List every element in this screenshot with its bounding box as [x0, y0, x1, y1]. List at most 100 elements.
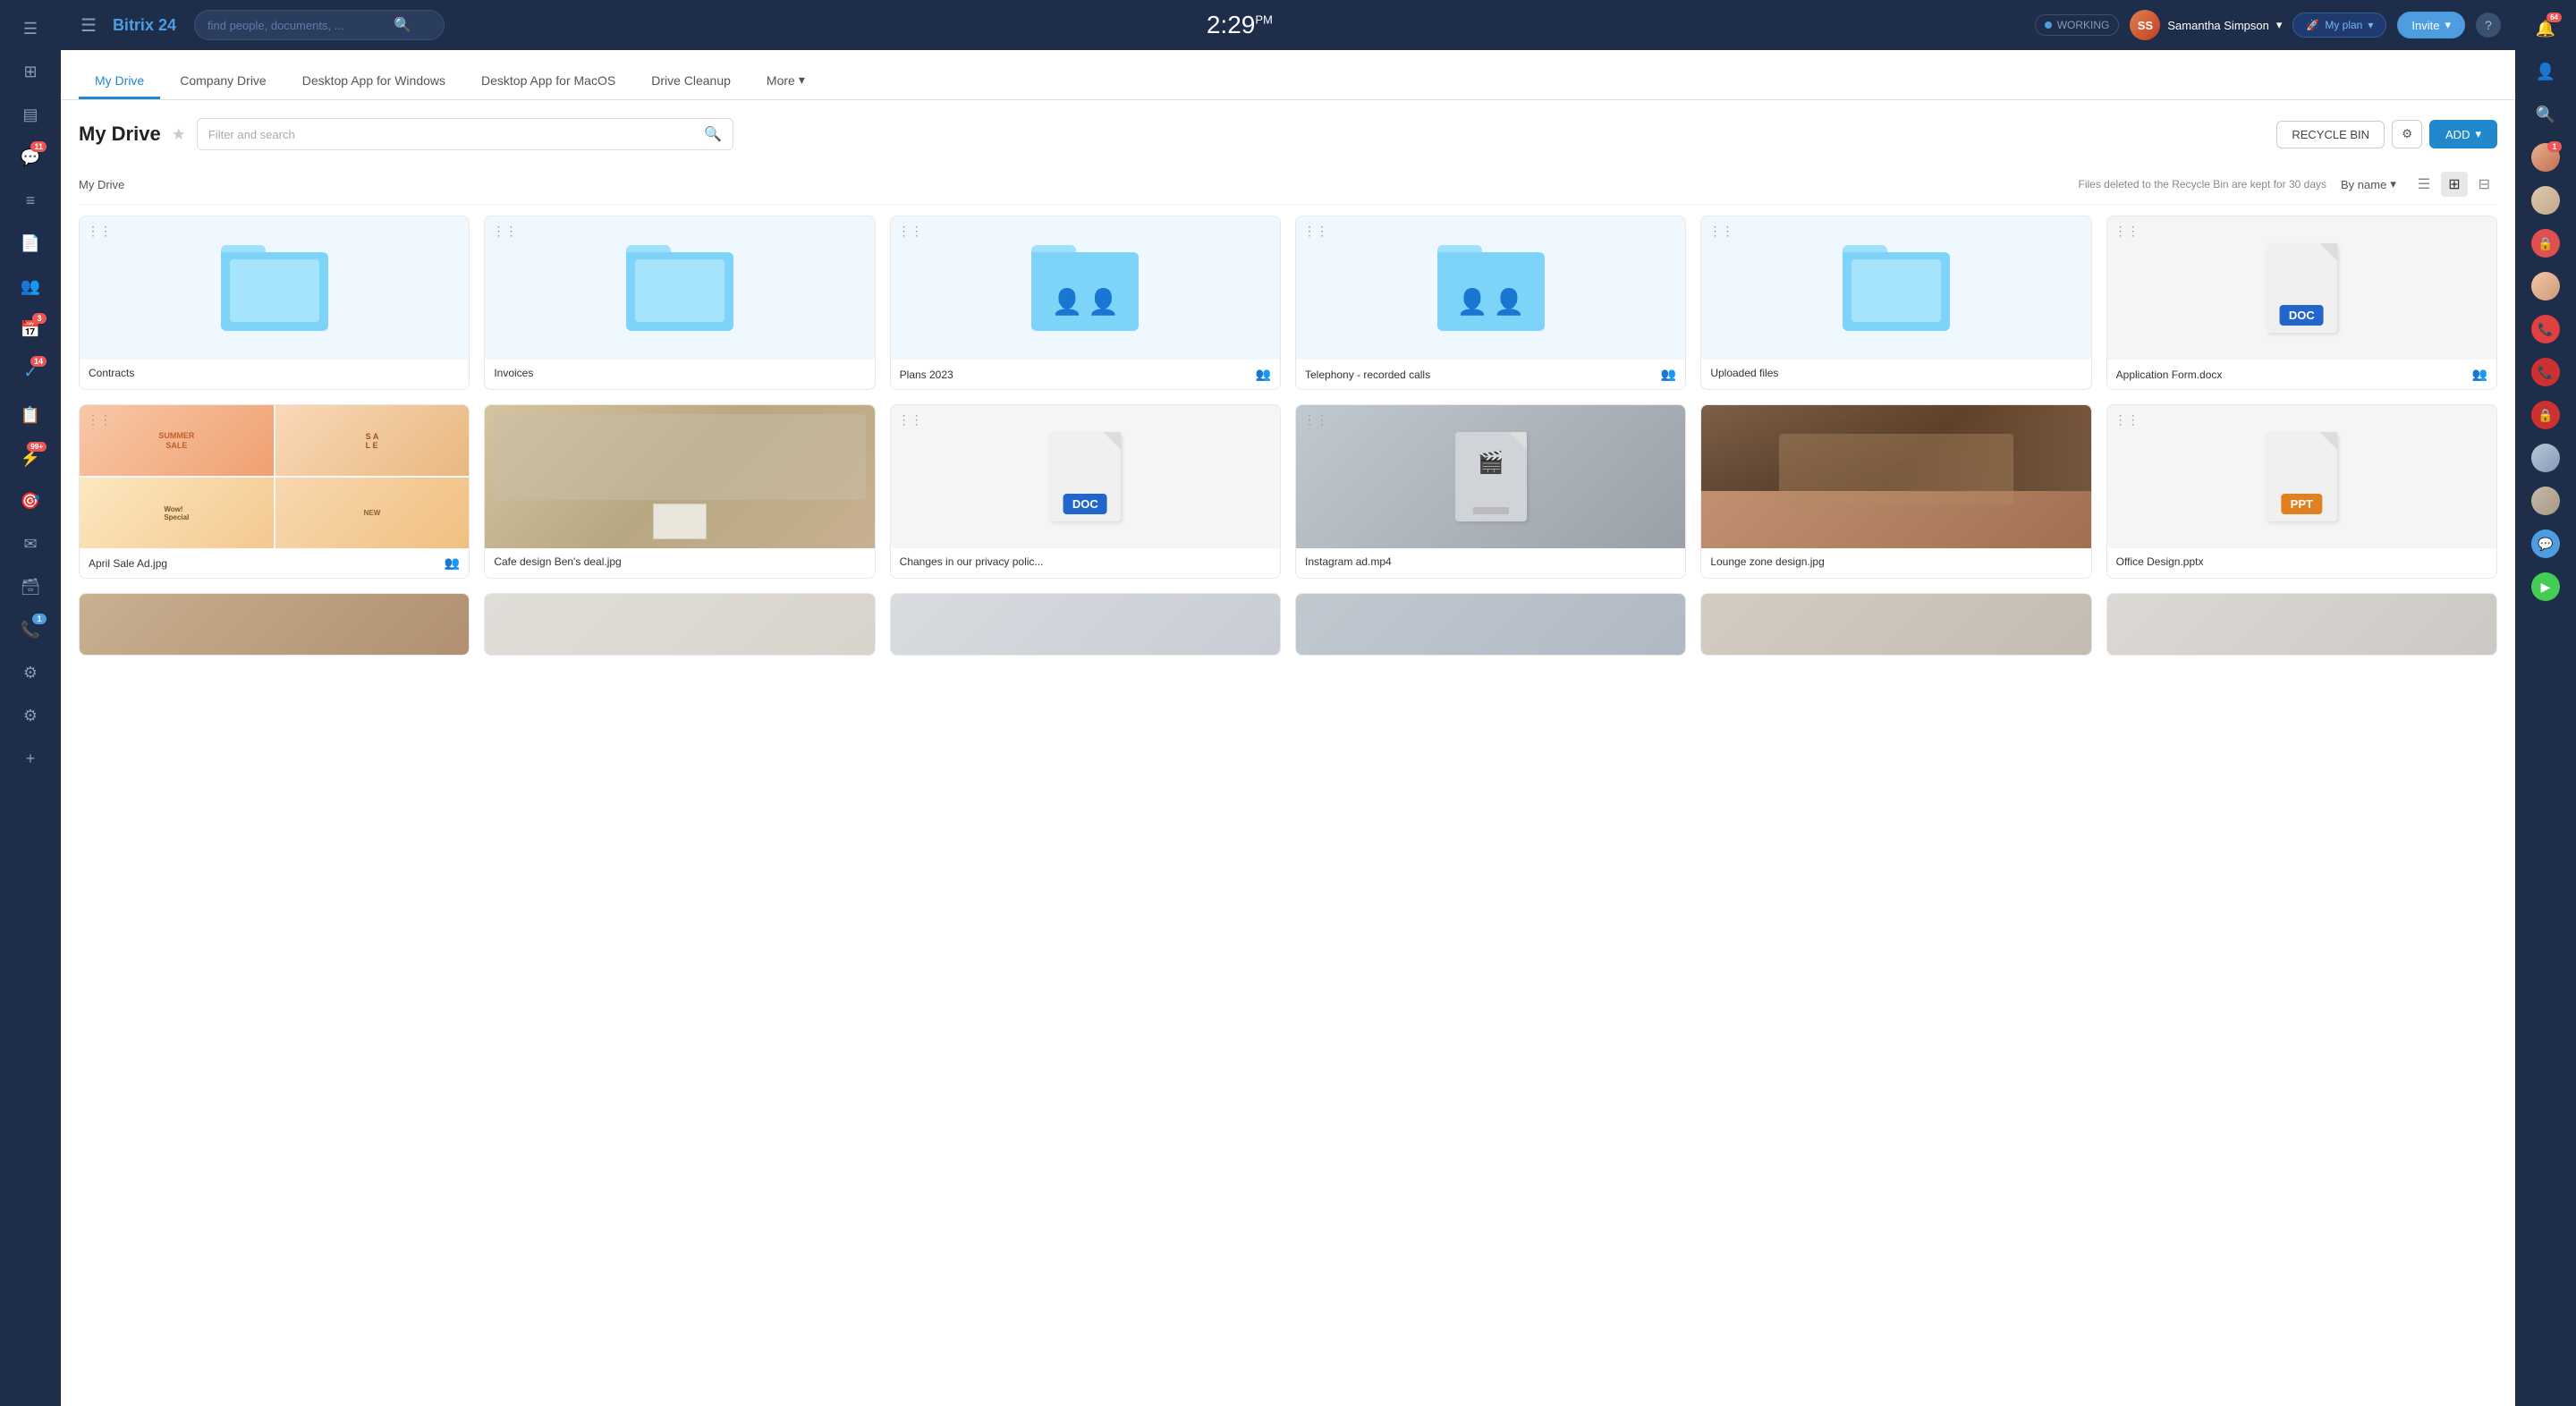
filter-search-bar[interactable]: 🔍	[197, 118, 733, 150]
sidebar-mail[interactable]: ✉	[11, 524, 50, 563]
card-menu-icon[interactable]: ⋮⋮	[898, 224, 923, 239]
large-grid-view-button[interactable]: ⊟	[2471, 172, 2497, 197]
sidebar-feed[interactable]: ▤	[11, 95, 50, 134]
shared-icon: 👥	[445, 555, 460, 571]
filter-input[interactable]	[208, 128, 697, 141]
sidebar-docs[interactable]: 📄	[11, 224, 50, 263]
sidebar-hamburger[interactable]: ☰	[11, 9, 50, 48]
right-notifications[interactable]: 🔔 64	[2526, 9, 2565, 48]
right-search[interactable]: 🔍	[2526, 95, 2565, 134]
file-name: Changes in our privacy polic...	[900, 555, 1044, 568]
tab-more[interactable]: More ▾	[750, 64, 821, 99]
right-user5[interactable]	[2526, 481, 2565, 521]
nav-hamburger[interactable]: ☰	[75, 9, 102, 42]
file-card-invoices[interactable]: ⋮⋮ Invoices	[484, 216, 875, 390]
file-card-office-design[interactable]: ⋮⋮ PPT Office Design.pptx	[2106, 404, 2497, 579]
right-account[interactable]: 👤	[2526, 52, 2565, 91]
sidebar-people[interactable]: 👥	[11, 267, 50, 306]
file-card-partial-3[interactable]	[890, 593, 1281, 656]
file-card-contracts[interactable]: ⋮⋮ Contracts	[79, 216, 470, 390]
file-card-partial-4[interactable]	[1295, 593, 1686, 656]
help-button[interactable]: ?	[2476, 13, 2501, 38]
sort-button[interactable]: By name ▾	[2341, 177, 2396, 191]
tab-desktop-macos[interactable]: Desktop App for MacOS	[465, 64, 631, 99]
card-menu-icon[interactable]: ⋮⋮	[1303, 412, 1328, 428]
right-lock2[interactable]: 🔒	[2526, 395, 2565, 435]
file-card-plans2023[interactable]: ⋮⋮ 👤 👤 Plans 2023 👥	[890, 216, 1281, 390]
card-thumbnail: DOC	[891, 405, 1280, 548]
file-name: Contracts	[89, 367, 134, 379]
folder-icon	[221, 245, 328, 331]
file-card-cafe[interactable]: ⋮⋮ Cafe design Ben's deal.jpg	[484, 404, 875, 579]
my-plan-button[interactable]: 🚀 My plan ▾	[2292, 13, 2386, 38]
doc-type-badge: PPT	[2282, 494, 2322, 514]
file-card-instagram[interactable]: ⋮⋮ 🎬 Instagram ad.mp4	[1295, 404, 1686, 579]
right-user1[interactable]: 1	[2526, 138, 2565, 177]
file-card-partial-1[interactable]	[79, 593, 470, 656]
add-button[interactable]: ADD ▾	[2429, 120, 2497, 148]
sidebar-phone[interactable]: 📞 1	[11, 610, 50, 649]
file-card-telephony[interactable]: ⋮⋮ 👤 👤 Telephony - recorded calls 👥	[1295, 216, 1686, 390]
search-bar[interactable]: 🔍	[194, 10, 445, 40]
person-icon: 👤	[1088, 287, 1119, 317]
card-menu-icon[interactable]: ⋮⋮	[2114, 412, 2140, 428]
shared-icon: 👥	[2472, 367, 2487, 382]
working-dot	[2045, 21, 2052, 29]
card-menu-icon[interactable]: ⋮⋮	[1708, 224, 1733, 239]
card-footer: Telephony - recorded calls 👥	[1296, 360, 1685, 389]
recycle-bin-button[interactable]: RECYCLE BIN	[2276, 121, 2385, 148]
list-view-button[interactable]: ☰	[2411, 172, 2437, 197]
tab-desktop-windows[interactable]: Desktop App for Windows	[286, 64, 462, 99]
user-profile[interactable]: SS Samantha Simpson ▾	[2130, 10, 2282, 40]
tab-drive-cleanup[interactable]: Drive Cleanup	[635, 64, 747, 99]
card-menu-icon[interactable]: ⋮⋮	[87, 224, 112, 239]
sidebar-automations[interactable]: ⚙	[11, 653, 50, 692]
sidebar-contacts[interactable]: 📋	[11, 395, 50, 435]
sidebar-tasks[interactable]: ✓ 14	[11, 352, 50, 392]
search-input[interactable]	[208, 19, 386, 32]
right-phone1[interactable]: 📞	[2526, 309, 2565, 349]
sidebar-drive[interactable]: 🗃	[11, 567, 50, 606]
favorite-star-icon[interactable]: ★	[172, 125, 186, 144]
card-menu-icon[interactable]: ⋮⋮	[492, 224, 517, 239]
sidebar-goals[interactable]: 🎯	[11, 481, 50, 521]
right-user4[interactable]	[2526, 438, 2565, 478]
card-menu-icon[interactable]: ⋮⋮	[2114, 224, 2140, 239]
file-card-partial-2[interactable]	[484, 593, 875, 656]
sidebar-grid[interactable]: ⊞	[11, 52, 50, 91]
right-sidebar: 🔔 64 👤 🔍 1 🔒 📞 📞 🔒 💬 ▶	[2515, 0, 2576, 1406]
right-lock1[interactable]: 🔒	[2526, 224, 2565, 263]
file-card-uploaded[interactable]: ⋮⋮ Uploaded files	[1700, 216, 2091, 390]
tab-my-drive[interactable]: My Drive	[79, 64, 160, 99]
file-card-appform[interactable]: ⋮⋮ DOC Application Form.docx 👥	[2106, 216, 2497, 390]
grid-view-button[interactable]: ⊞	[2441, 172, 2467, 197]
add-chevron-icon: ▾	[2475, 127, 2481, 141]
right-arrow[interactable]: ▶	[2526, 567, 2565, 606]
sidebar-calendar[interactable]: 📅 3	[11, 309, 50, 349]
breadcrumb[interactable]: My Drive	[79, 178, 124, 191]
doc-icon: DOC	[2107, 216, 2496, 360]
card-menu-icon[interactable]: ⋮⋮	[87, 412, 112, 428]
card-menu-icon[interactable]: ⋮⋮	[1303, 224, 1328, 239]
file-card-partial-6[interactable]	[2106, 593, 2497, 656]
working-status[interactable]: WORKING	[2035, 14, 2120, 36]
sidebar-chat[interactable]: 💬 11	[11, 138, 50, 177]
drive-settings-button[interactable]: ⚙	[2392, 120, 2422, 148]
sidebar-workflows[interactable]: ⚡ 99+	[11, 438, 50, 478]
file-card-april-sale[interactable]: ⋮⋮ SUMMERSALE S AL E Wow!Special NEW	[79, 404, 470, 579]
sidebar-add[interactable]: +	[11, 739, 50, 778]
right-user3[interactable]	[2526, 267, 2565, 306]
user-avatar: SS	[2130, 10, 2160, 40]
right-user2[interactable]	[2526, 181, 2565, 220]
sidebar-settings[interactable]: ⚙	[11, 696, 50, 735]
file-name: Plans 2023	[900, 368, 953, 381]
file-card-partial-5[interactable]	[1700, 593, 2091, 656]
card-menu-icon[interactable]: ⋮⋮	[898, 412, 923, 428]
invite-button[interactable]: Invite ▾	[2397, 12, 2465, 38]
sidebar-crm[interactable]: ≡	[11, 181, 50, 220]
right-phone2[interactable]: 📞	[2526, 352, 2565, 392]
right-chat[interactable]: 💬	[2526, 524, 2565, 563]
tab-company-drive[interactable]: Company Drive	[164, 64, 282, 99]
file-card-lounge[interactable]: ⋮⋮ Lounge zone design.jpg	[1700, 404, 2091, 579]
file-card-privacy[interactable]: ⋮⋮ DOC Changes in our privacy polic...	[890, 404, 1281, 579]
